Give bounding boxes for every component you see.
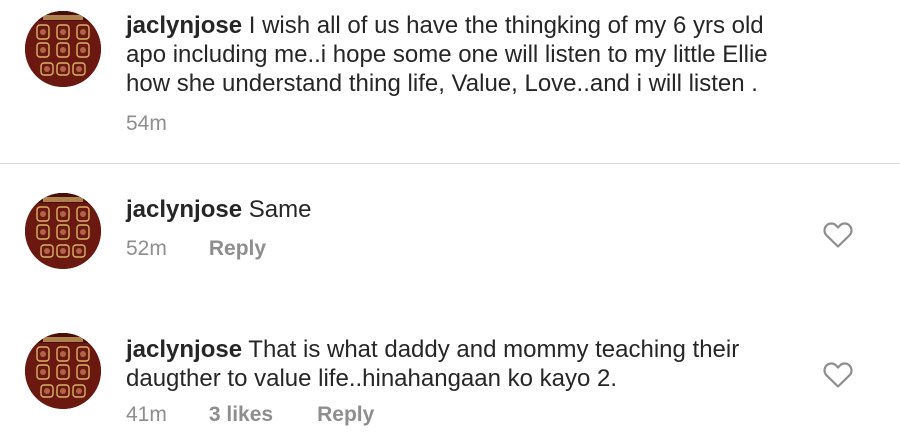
reply-button[interactable]: Reply — [317, 403, 374, 427]
username[interactable]: jaclynjose — [126, 336, 242, 363]
avatar-image — [25, 11, 101, 87]
avatar-image — [25, 333, 101, 409]
caption-comment: jaclynjose I wish all of us have the thi… — [0, 0, 900, 164]
avatar[interactable] — [25, 333, 101, 409]
reply-button[interactable]: Reply — [209, 237, 266, 261]
comment-body: jaclynjose That is what daddy and mommy … — [126, 335, 790, 393]
likes-count[interactable]: 3 likes — [209, 403, 273, 427]
timestamp[interactable]: 52m — [126, 237, 167, 261]
comment-item: jaclynjose Same 52m Reply — [0, 164, 900, 304]
avatar[interactable] — [25, 11, 101, 87]
comments-page: jaclynjose I wish all of us have the thi… — [0, 0, 900, 445]
comment-meta: 54m — [126, 112, 209, 136]
heart-outline-icon[interactable] — [823, 361, 853, 389]
comment-body: jaclynjose I wish all of us have the thi… — [126, 11, 790, 98]
timestamp[interactable]: 54m — [126, 112, 167, 136]
heart-outline-icon[interactable] — [823, 221, 853, 249]
username[interactable]: jaclynjose — [126, 196, 242, 223]
username[interactable]: jaclynjose — [126, 12, 242, 39]
timestamp[interactable]: 41m — [126, 403, 167, 427]
avatar-image — [25, 193, 101, 269]
comment-meta: 41m 3 likes Reply — [126, 403, 374, 427]
avatar[interactable] — [25, 193, 101, 269]
comment-meta: 52m Reply — [126, 237, 266, 261]
comment-text: Same — [242, 196, 312, 223]
comment-item: jaclynjose That is what daddy and mommy … — [0, 305, 900, 445]
comment-body: jaclynjose Same — [126, 195, 790, 224]
